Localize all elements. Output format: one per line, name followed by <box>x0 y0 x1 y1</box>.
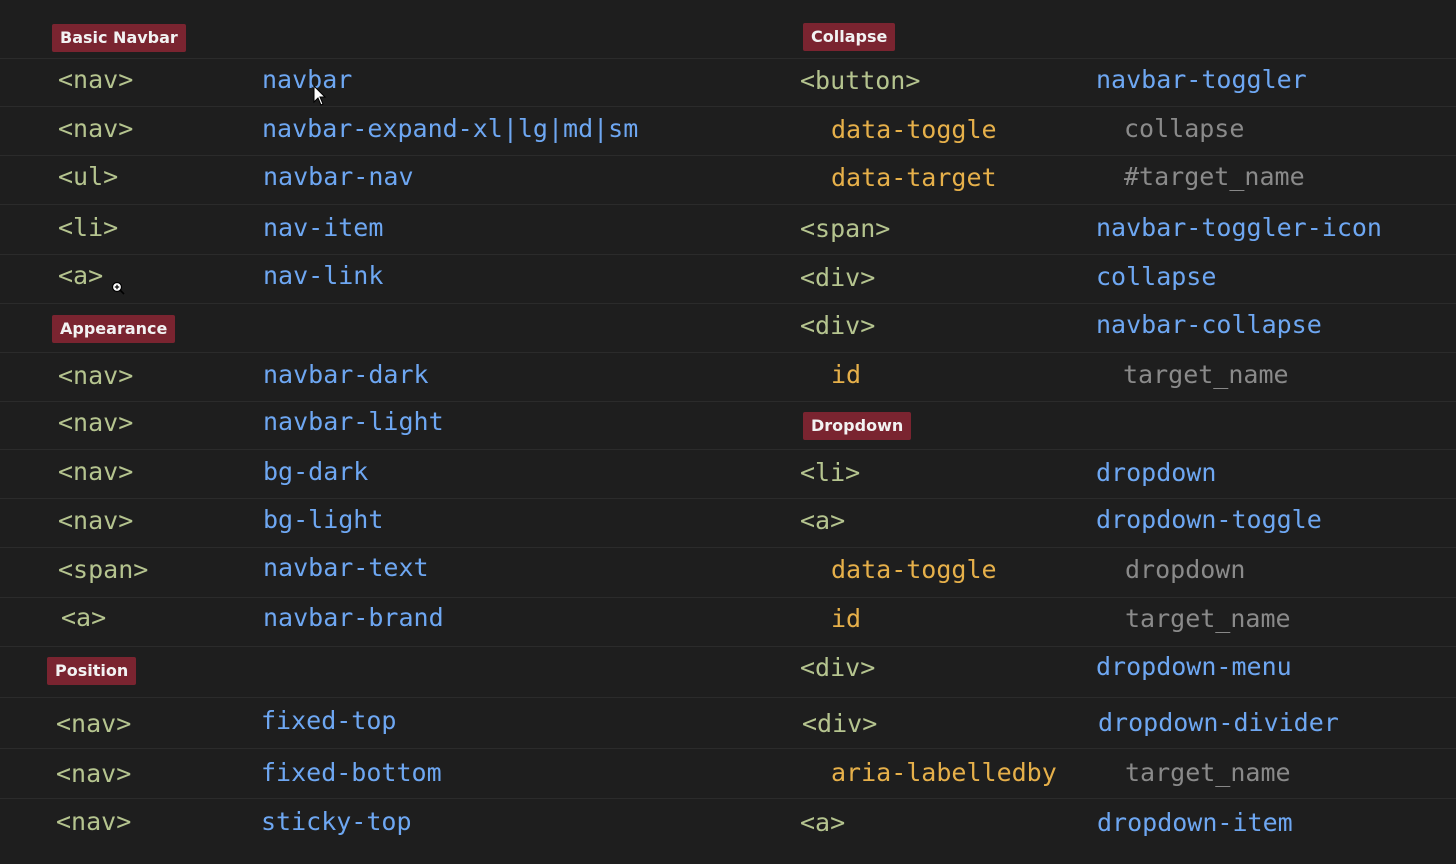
section-badge-appearance: Appearance <box>52 315 176 343</box>
attribute-name: id <box>831 360 862 389</box>
row-separator <box>0 449 1456 450</box>
class-name: navbar-brand <box>263 603 444 632</box>
row-separator <box>0 155 1456 156</box>
row-separator <box>0 697 1456 698</box>
tag-label: <nav> <box>58 114 134 143</box>
tag-label: <li> <box>58 213 119 242</box>
mouse-pointer-icon <box>313 85 327 106</box>
class-name: navbar-text <box>263 553 429 582</box>
class-name: sticky-top <box>261 807 412 836</box>
tag-label: <div> <box>802 709 878 738</box>
row-separator <box>0 798 1456 799</box>
row-separator <box>0 748 1456 749</box>
tag-label: <div> <box>800 263 876 292</box>
class-name: dropdown-menu <box>1096 652 1292 681</box>
zoom-cursor-icon <box>111 281 125 295</box>
attribute-name: data-toggle <box>831 555 997 584</box>
tag-label: <a> <box>61 603 107 632</box>
row-separator <box>0 401 1456 402</box>
tag-label: <div> <box>800 311 876 340</box>
tag-label: <div> <box>800 653 876 682</box>
tag-label: <span> <box>58 555 149 584</box>
class-name: navbar-collapse <box>1096 310 1322 339</box>
tag-label: <a> <box>800 506 846 535</box>
class-name: dropdown-item <box>1097 808 1293 837</box>
attribute-value: collapse <box>1124 114 1245 143</box>
class-name: navbar <box>262 65 353 94</box>
class-name: navbar-nav <box>263 162 414 191</box>
class-name: nav-link <box>263 261 384 290</box>
attribute-value: #target_name <box>1124 162 1305 191</box>
tag-label: <span> <box>800 214 891 243</box>
row-separator <box>0 254 1456 255</box>
row-separator <box>0 106 1456 107</box>
tag-label: <nav> <box>58 457 134 486</box>
section-badge-collapse: Collapse <box>803 23 896 51</box>
section-badge-basic-navbar: Basic Navbar <box>52 24 186 52</box>
section-badge-dropdown: Dropdown <box>803 412 912 440</box>
row-separator <box>0 498 1456 499</box>
row-separator <box>0 204 1456 205</box>
row-separator <box>0 303 1456 304</box>
class-name: navbar-toggler-icon <box>1096 213 1382 242</box>
class-name: navbar-expand-xl|lg|md|sm <box>262 114 639 143</box>
section-badge-position: Position <box>47 657 137 685</box>
cheatsheet-canvas: Basic Navbar <nav> navbar <nav> navbar-e… <box>0 0 1456 864</box>
class-name: collapse <box>1096 262 1217 291</box>
class-name: dropdown-divider <box>1098 708 1339 737</box>
row-separator <box>0 547 1456 548</box>
tag-label: <nav> <box>56 759 132 788</box>
tag-label: <nav> <box>56 709 132 738</box>
attribute-name: data-target <box>831 163 997 192</box>
class-name: fixed-bottom <box>261 758 442 787</box>
class-name: fixed-top <box>261 706 397 735</box>
class-name: navbar-light <box>263 407 444 436</box>
attribute-name: data-toggle <box>831 115 997 144</box>
tag-label: <nav> <box>58 506 134 535</box>
class-name: navbar-toggler <box>1096 65 1307 94</box>
class-name: dropdown-toggle <box>1096 505 1322 534</box>
row-separator <box>0 597 1456 598</box>
tag-label: <a> <box>58 261 104 290</box>
tag-label: <a> <box>800 808 846 837</box>
class-name: nav-item <box>263 213 384 242</box>
class-name: bg-dark <box>263 457 369 486</box>
tag-label: <nav> <box>56 807 132 836</box>
attribute-name: aria-labelledby <box>831 758 1057 787</box>
row-separator <box>0 646 1456 647</box>
tag-label: <button> <box>800 66 921 95</box>
attribute-value: target_name <box>1123 360 1289 389</box>
class-name: bg-light <box>263 505 384 534</box>
attribute-value: target_name <box>1125 758 1291 787</box>
row-separator <box>0 58 1456 59</box>
tag-label: <ul> <box>58 162 119 191</box>
class-name: dropdown <box>1096 458 1217 487</box>
attribute-value: target_name <box>1125 604 1291 633</box>
tag-label: <nav> <box>58 65 134 94</box>
tag-label: <nav> <box>58 408 134 437</box>
class-name: navbar-dark <box>263 360 429 389</box>
attribute-value: dropdown <box>1125 555 1246 584</box>
row-separator <box>0 352 1456 353</box>
tag-label: <nav> <box>58 361 134 390</box>
attribute-name: id <box>831 604 862 633</box>
tag-label: <li> <box>800 458 861 487</box>
